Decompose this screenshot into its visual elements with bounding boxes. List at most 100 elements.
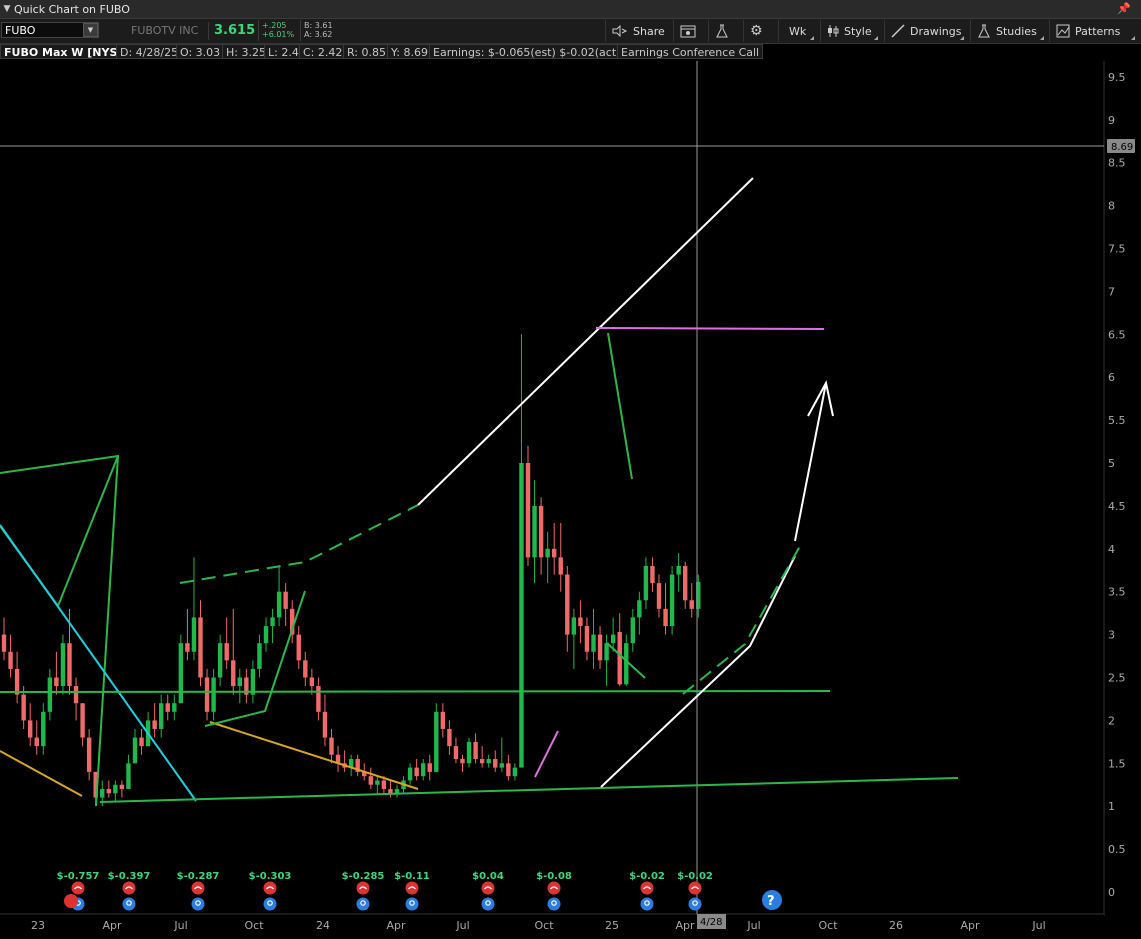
conference-call-icon[interactable]: [640, 881, 654, 895]
last-price: 3.615: [208, 22, 256, 40]
style-button[interactable]: Style: [820, 20, 880, 42]
candle-body: [453, 746, 459, 760]
candle-body: [499, 763, 504, 768]
time-tick-label: Oct: [818, 919, 838, 932]
chart-settings-button[interactable]: [673, 20, 705, 42]
earnings-eps-label: $-0.08: [536, 871, 572, 882]
drawings-button[interactable]: Drawings: [884, 20, 966, 42]
share-icon: [612, 25, 628, 37]
candlestick-icon: [828, 25, 839, 37]
candle-body: [73, 686, 79, 704]
earnings-icon[interactable]: [263, 897, 277, 911]
time-tick-label: 24: [316, 919, 330, 932]
candle-body: [689, 600, 694, 609]
conference-call-icon[interactable]: [405, 881, 419, 895]
candle-body: [263, 626, 269, 644]
price-tick-label: 3: [1108, 629, 1115, 642]
time-tick-label: Jul: [1031, 919, 1045, 932]
price-tick-label: 0: [1108, 886, 1115, 899]
candle-body: [552, 548, 557, 558]
conference-call-icon[interactable]: [481, 881, 495, 895]
candle: [669, 565, 675, 635]
earnings-eps-label: $-0.285: [342, 871, 385, 882]
earnings-icon[interactable]: [688, 897, 702, 911]
studies-dropdown-icon: [1040, 36, 1044, 40]
high-readout: H: 3.25: [222, 44, 270, 59]
conference-call-icon[interactable]: [191, 881, 205, 895]
price-tick-label: 9.5: [1108, 71, 1126, 84]
price-tick-label: 1: [1108, 800, 1115, 813]
ask-value: A: 3.62: [304, 30, 333, 39]
candle-body: [565, 574, 570, 635]
pin-icon[interactable]: 📌: [1117, 2, 1131, 15]
help-icon-glyph: ?: [767, 894, 775, 909]
candle-body: [28, 720, 33, 738]
price-tick-label: 6.5: [1108, 328, 1126, 341]
studies-button[interactable]: Studies: [970, 20, 1046, 42]
earnings-icon[interactable]: [640, 897, 654, 911]
candle-body: [217, 643, 223, 678]
share-button[interactable]: Share: [605, 20, 669, 42]
candle-body: [198, 617, 203, 678]
earnings-icon[interactable]: [191, 897, 205, 911]
candle-body: [80, 703, 85, 738]
drawings-label: Drawings: [910, 24, 962, 38]
candle-body: [119, 784, 125, 790]
earnings-eps-label: $-0.397: [108, 871, 151, 882]
candle-body: [100, 789, 105, 798]
conference-call-icon[interactable]: [547, 881, 561, 895]
candle-body: [204, 677, 210, 712]
candle-body: [571, 617, 577, 635]
price-tick-label: 9: [1108, 114, 1115, 127]
candle-body: [139, 737, 144, 747]
candle-body: [165, 703, 170, 712]
collapse-chevron-icon[interactable]: ▼: [0, 4, 14, 14]
candle-body: [375, 780, 380, 785]
conference-call-icon[interactable]: [356, 881, 370, 895]
earnings-icon[interactable]: [356, 897, 370, 911]
candle-body: [597, 634, 603, 661]
series-label: FUBO Max W [NYSE]: [0, 44, 134, 59]
timeframe-button[interactable]: Wk: [778, 20, 816, 42]
event-readout: Earnings Conference Call: [617, 44, 764, 59]
candle-body: [296, 634, 301, 661]
earnings-icon[interactable]: [122, 897, 136, 911]
candle-body: [643, 565, 649, 601]
green-horizontal-support[interactable]: [0, 690, 831, 693]
price-chart[interactable]: 9.5 9 8.5 8 7.5 7 6.5 6 5.5 5 4.5 4 3.5 3 2.5 2 1.5 1 0.5 0…: [0, 61, 1141, 939]
candle-body: [191, 617, 197, 652]
earnings-icon[interactable]: [547, 897, 561, 911]
conference-call-icon[interactable]: [688, 881, 702, 895]
time-tick-label: Oct: [534, 919, 554, 932]
candle-body: [237, 677, 242, 687]
magenta-resistance-line[interactable]: [595, 327, 825, 330]
candle-body: [604, 643, 609, 661]
earnings-readout: Earnings: $-0.065(est) $-0.02(actual): [429, 44, 642, 59]
conference-call-icon[interactable]: [263, 881, 277, 895]
flask-button[interactable]: [708, 20, 740, 42]
chart-toolbar: FUBO ▼ FUBOTV INC 3.615 +.205 +6.01% B: …: [0, 19, 1141, 44]
time-tick-label: Jul: [173, 919, 187, 932]
candle-body: [132, 737, 138, 764]
candle-body: [440, 711, 446, 729]
price-tick-label: 1.5: [1108, 757, 1126, 770]
conference-call-icon[interactable]: [122, 881, 136, 895]
earnings-icon[interactable]: [481, 897, 495, 911]
time-tick-label: Oct: [244, 919, 264, 932]
candle-body: [407, 767, 413, 781]
time-tick-label: Apr: [675, 919, 695, 932]
bid-value: B: 3.61: [304, 21, 333, 30]
conference-call-icon[interactable]: [64, 894, 78, 908]
patterns-button[interactable]: Patterns: [1049, 20, 1137, 42]
time-tick-label: 25: [605, 919, 619, 932]
candle-body: [309, 677, 315, 687]
candle-body: [172, 703, 177, 712]
candle: [178, 634, 184, 704]
gear-button[interactable]: ⚙: [743, 20, 775, 42]
candle-body: [650, 565, 655, 584]
earnings-icon[interactable]: [405, 897, 419, 911]
symbol-dropdown-icon[interactable]: ▼: [83, 23, 98, 37]
conference-call-icon[interactable]: [71, 881, 85, 895]
crosshair-date-label: 4/28: [700, 917, 722, 928]
candle-body: [683, 565, 688, 601]
